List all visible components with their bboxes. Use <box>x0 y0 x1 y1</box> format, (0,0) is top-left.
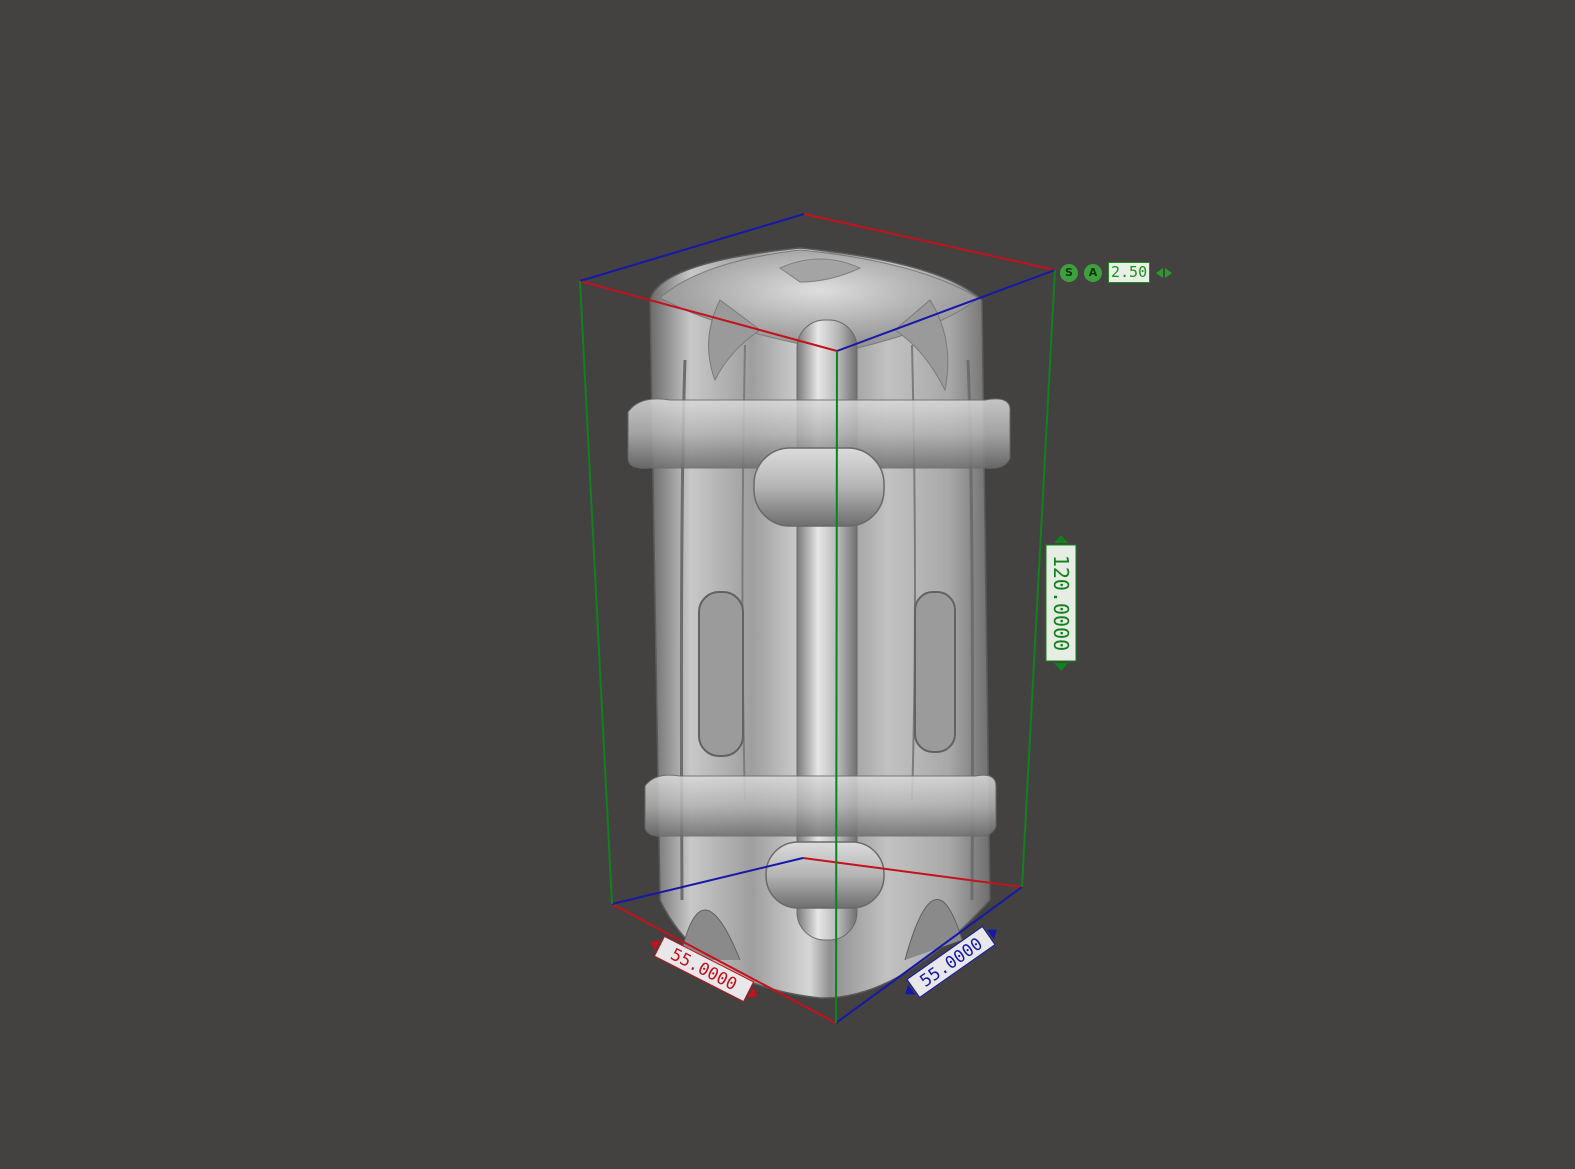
model-upper-clasp <box>753 447 885 527</box>
height-dimension[interactable]: 120.0000 <box>1045 535 1077 671</box>
viewport-canvas[interactable]: 55.0000 55.0000 120.0000 <box>0 0 1575 1165</box>
snap-toggle-icon[interactable]: S <box>1060 263 1078 282</box>
height-arrow-bottom-icon <box>1054 663 1068 671</box>
bbox-edge-y <box>835 350 838 1024</box>
height-arrow-top-icon <box>1054 535 1068 543</box>
model-lower-band <box>644 774 997 837</box>
snap-value-field[interactable]: 2.50 <box>1108 262 1151 283</box>
bbox-edge-y <box>579 280 613 905</box>
arrow-right-icon[interactable] <box>1165 267 1173 278</box>
snap-hud: S A 2.50 <box>1060 262 1173 283</box>
arrow-left-icon[interactable] <box>1156 267 1164 278</box>
angle-toggle-icon[interactable]: A <box>1084 263 1102 282</box>
model-lower-clasp <box>765 841 885 909</box>
height-dimension-label: 120.0000 <box>1049 555 1073 651</box>
3d-viewport[interactable]: 55.0000 55.0000 120.0000 S A 2.50 <box>0 0 1575 1165</box>
model-slot <box>914 591 956 753</box>
model-slot <box>698 591 744 757</box>
